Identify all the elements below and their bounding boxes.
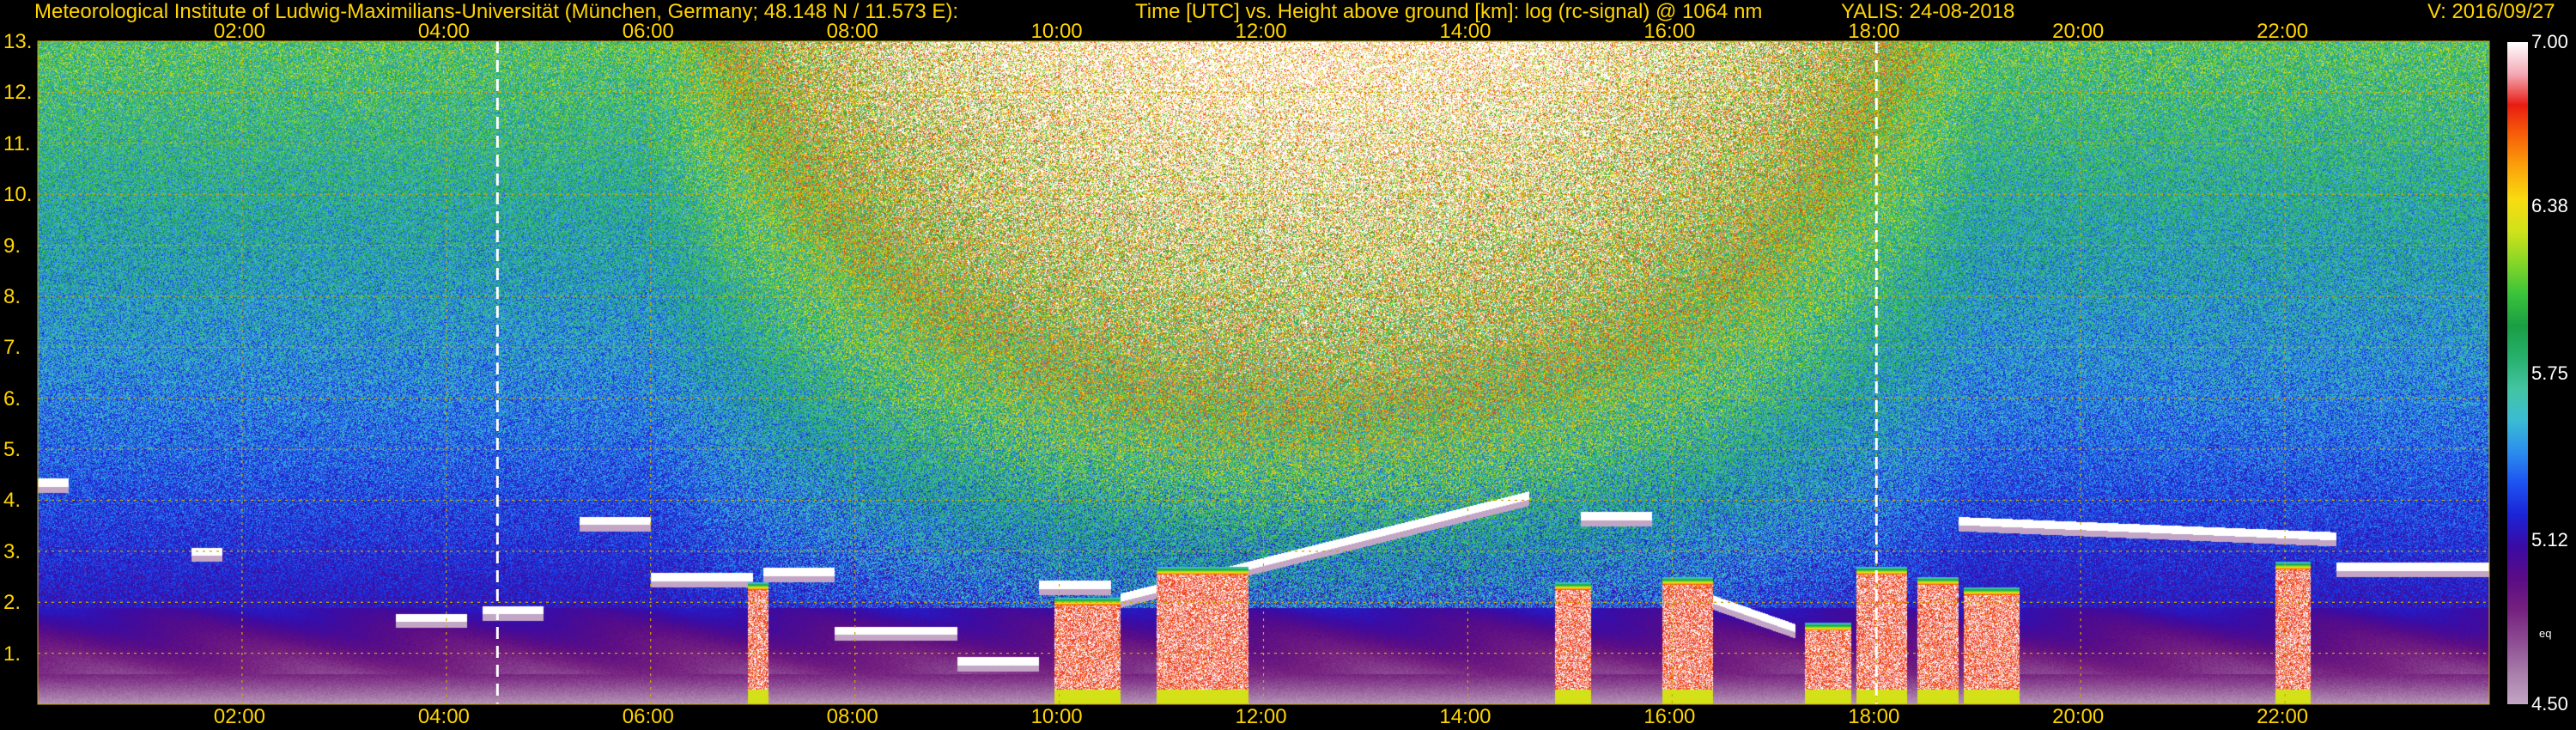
x-tick-label-top: 20:00 — [2052, 20, 2105, 43]
colorbar-tick-label: 5.12 — [2531, 528, 2568, 551]
colorbar-tick-label: 5.75 — [2531, 362, 2568, 384]
x-tick-label-top: 14:00 — [1439, 20, 1492, 43]
x-tick-label-top: 18:00 — [1848, 20, 1900, 43]
y-tick-label: 5. — [3, 438, 21, 462]
x-tick-label-bottom: 18:00 — [1848, 705, 1900, 728]
y-tick-label: 11. — [3, 131, 31, 155]
y-tick-label: 7. — [3, 336, 21, 360]
colorbar-tick-label: 6.38 — [2531, 195, 2568, 217]
x-tick-label-top: 16:00 — [1643, 20, 1696, 43]
y-tick-label: 1. — [3, 642, 21, 666]
backscatter-heatmap — [38, 41, 2489, 704]
x-tick-label-bottom: 04:00 — [417, 705, 470, 728]
x-tick-label-bottom: 06:00 — [622, 705, 674, 728]
y-tick-label: 6. — [3, 386, 21, 411]
x-tick-label-bottom: 08:00 — [826, 705, 878, 728]
y-tick-label: 2. — [3, 591, 21, 615]
y-tick-label: 8. — [3, 284, 21, 308]
x-tick-label-top: 22:00 — [2257, 20, 2309, 43]
colorbar-tick-label: 4.50 — [2531, 693, 2568, 715]
y-tick-label: 12. — [3, 81, 33, 105]
y-tick-label: 9. — [3, 234, 21, 258]
x-tick-label-bottom: 10:00 — [1030, 705, 1083, 728]
x-tick-label-top: 08:00 — [826, 20, 878, 43]
x-tick-label-bottom: 02:00 — [213, 705, 265, 728]
y-tick-label: 3. — [3, 539, 21, 563]
title-institute: Meteorological Institute of Ludwig-Maxim… — [34, 0, 959, 23]
x-tick-label-top: 02:00 — [213, 20, 265, 43]
x-tick-label-bottom: 22:00 — [2257, 705, 2309, 728]
colorbar — [2507, 42, 2528, 704]
title-version: V: 2016/09/27 — [2427, 0, 2555, 23]
x-tick-label-top: 10:00 — [1030, 20, 1083, 43]
colorbar-tick-label: 7.00 — [2531, 31, 2568, 52]
y-tick-label: 4. — [3, 489, 21, 513]
colorbar-note: eq — [2539, 627, 2552, 640]
x-tick-label-bottom: 20:00 — [2052, 705, 2105, 728]
x-tick-label-top: 06:00 — [622, 20, 674, 43]
x-tick-label-bottom: 16:00 — [1643, 705, 1696, 728]
y-tick-label: 10. — [3, 183, 33, 207]
y-tick-label: 13. — [3, 30, 33, 53]
x-tick-label-bottom: 14:00 — [1439, 705, 1492, 728]
colorbar-scale — [2507, 42, 2528, 704]
x-tick-label-bottom: 12:00 — [1235, 705, 1287, 728]
x-tick-label-top: 04:00 — [417, 20, 470, 43]
x-tick-label-top: 12:00 — [1235, 20, 1287, 43]
